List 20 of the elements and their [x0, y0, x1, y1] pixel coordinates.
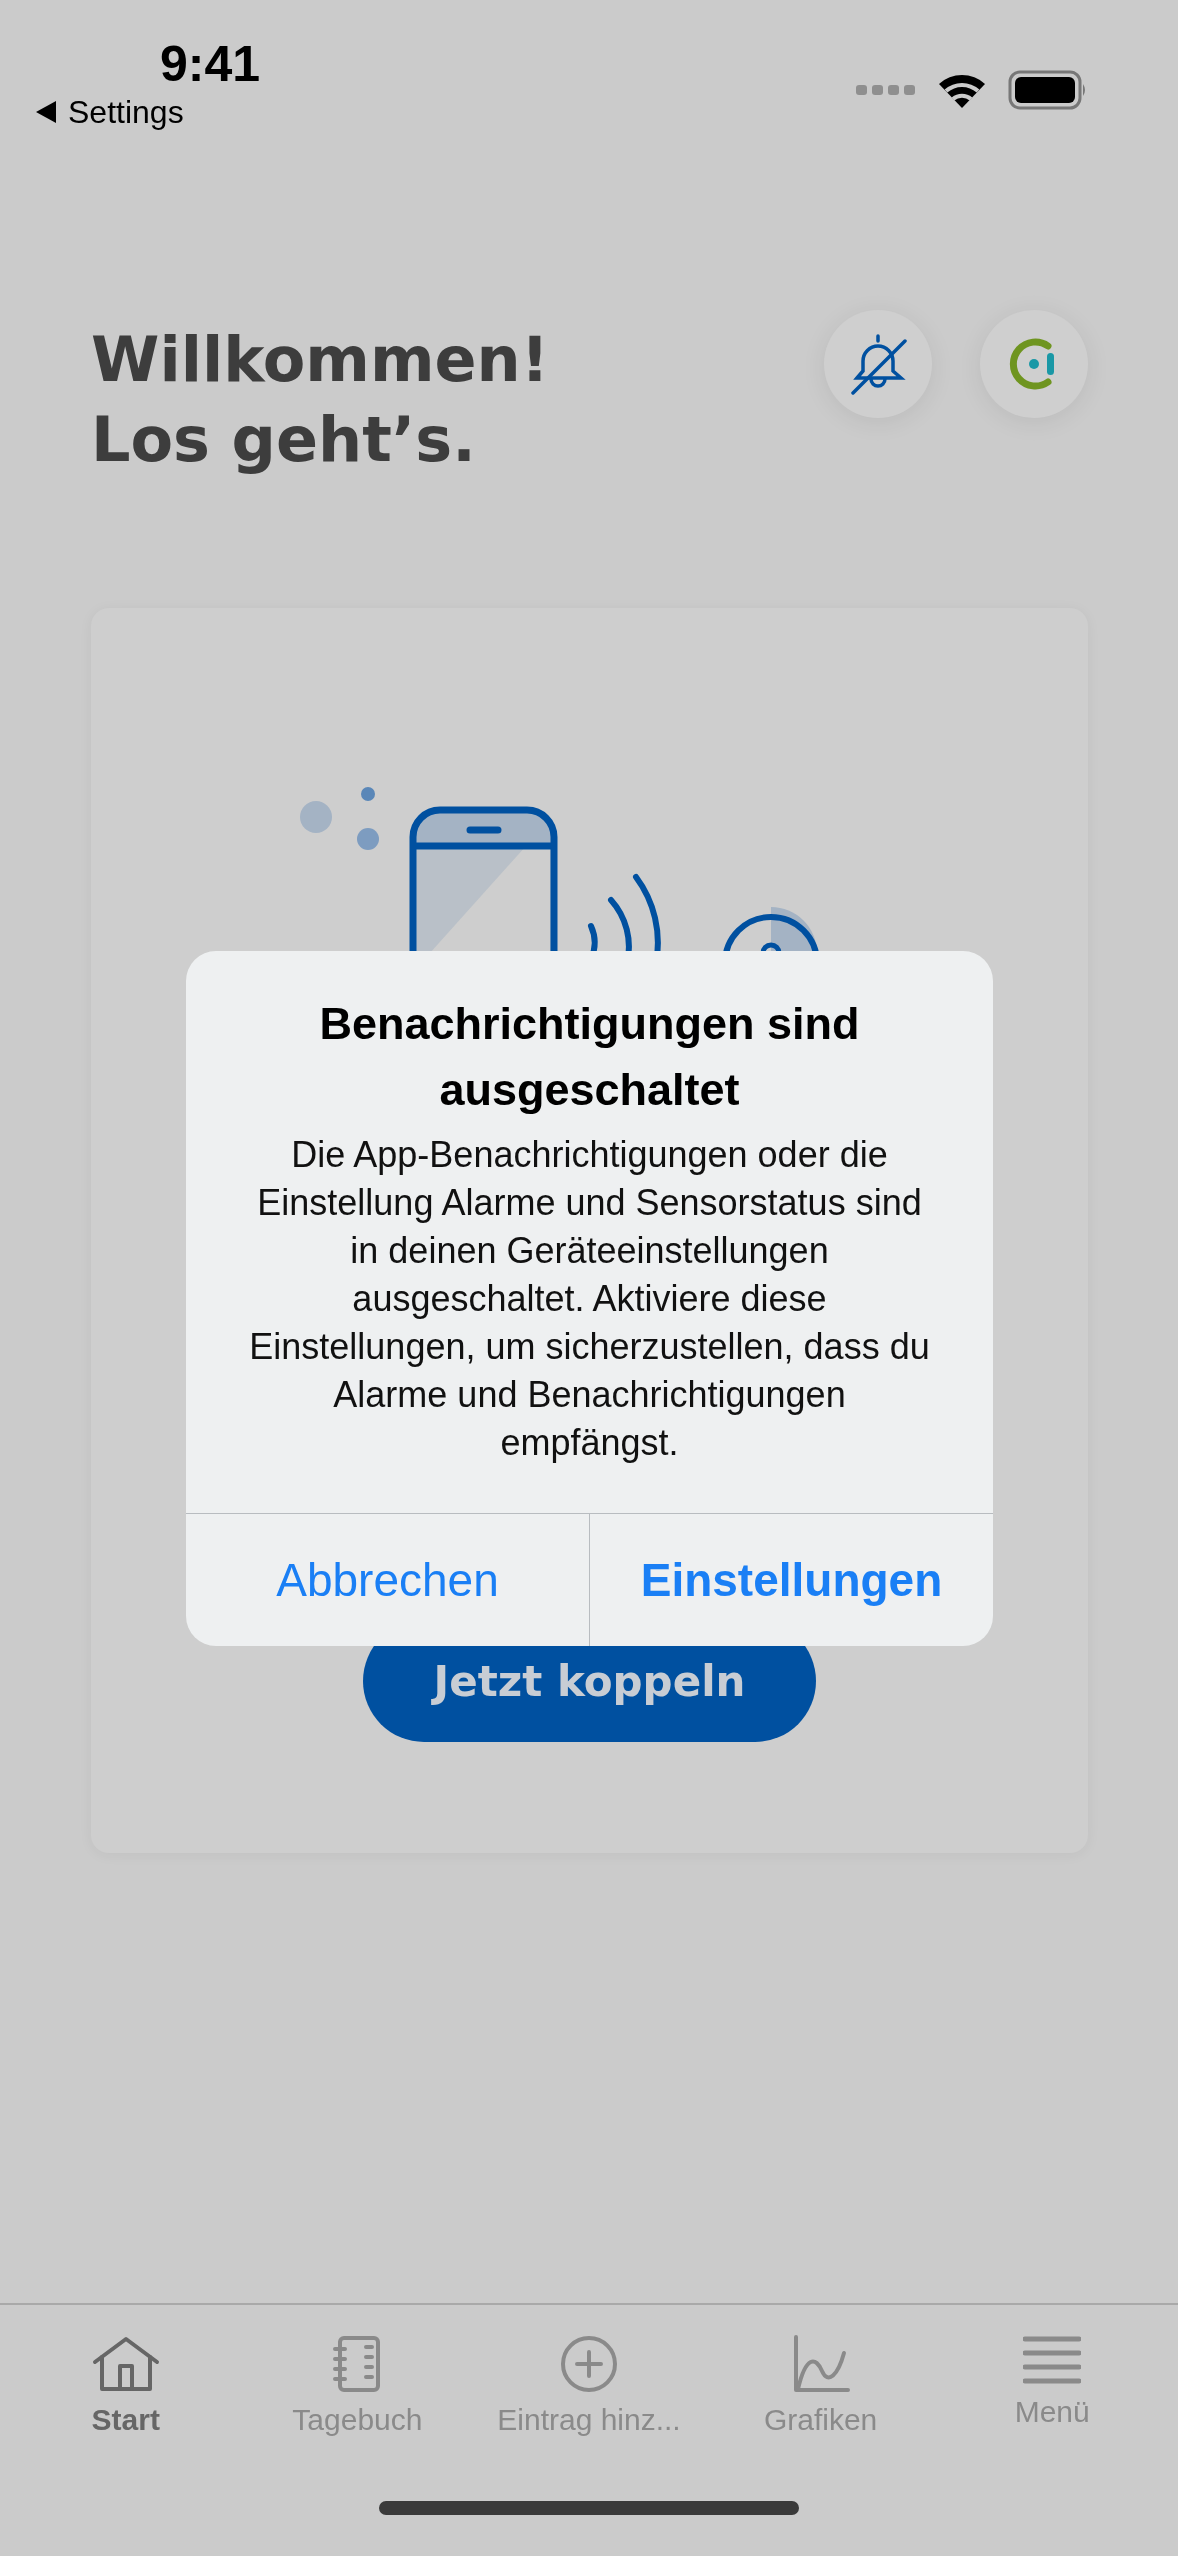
tab-bar-item[interactable]: Grafiken: [704, 2335, 937, 2437]
add-icon: [560, 2335, 618, 2393]
settings-button[interactable]: Einstellungen: [589, 1514, 993, 1646]
tab-bar-item[interactable]: Menü: [936, 2335, 1168, 2437]
battery-icon: [1008, 70, 1088, 110]
tab-bar-item[interactable]: Eintrag hinz...: [473, 2335, 705, 2437]
welcome-heading: Willkommen! Los geht’s.: [91, 322, 549, 478]
menu-icon: [1023, 2335, 1082, 2385]
tab-bar-item[interactable]: Tagebuch: [241, 2335, 474, 2437]
status-time: 9:41: [160, 36, 261, 92]
chart-icon: [791, 2335, 850, 2393]
back-arrow-icon: [36, 101, 56, 123]
home-icon: [90, 2335, 161, 2393]
tab-bar-item[interactable]: Start: [10, 2335, 242, 2437]
notebook-icon: [332, 2335, 383, 2393]
back-link[interactable]: Settings: [36, 92, 184, 132]
signal-icon: [856, 84, 916, 96]
bell-off-icon: [849, 333, 907, 395]
dialog-title: Benachrichtigungen sind ausgeschaltet: [318, 997, 861, 1117]
dialog-message: Die App-Benachrichtigungen oder die Einstellung Alarme und Sensorstatus sind in deinen Geräteeinstellungen ausgeschaltet. Aktiviere diese Einstellungen, um sicherzustellen, dass du Alarme und Benachrichtigungen empfängst.: [248, 1133, 931, 1465]
